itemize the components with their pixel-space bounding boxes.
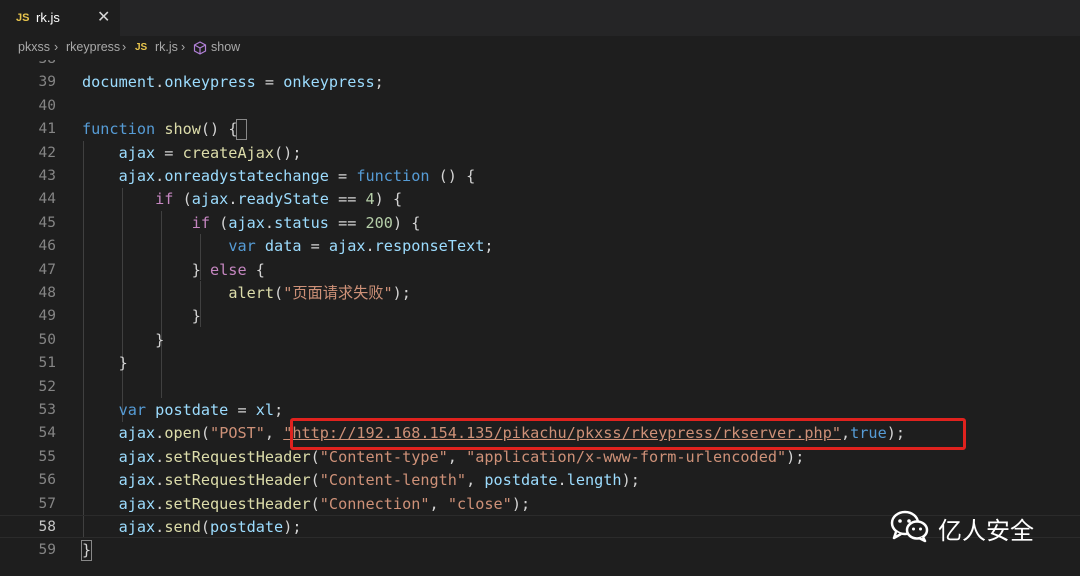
chevron-right-icon: › xyxy=(122,40,127,54)
line-number: 38 xyxy=(0,60,56,71)
chevron-right-icon: › xyxy=(181,40,186,54)
code-line[interactable]: 46 var data = ajax.responseText; xyxy=(0,235,1080,258)
tab-rk-js[interactable]: JS rk.js ✕ xyxy=(0,0,120,36)
line-number: 42 xyxy=(38,144,56,161)
code-text: var data = ajax.responseText; xyxy=(228,237,494,256)
code-text: function show() { xyxy=(82,120,238,139)
js-file-icon: JS xyxy=(16,12,30,24)
line-number: 52 xyxy=(38,378,56,395)
code-text: ajax.setRequestHeader("Connection", "clo… xyxy=(118,494,531,513)
code-line[interactable]: 38 xyxy=(0,60,1080,71)
code-editor[interactable]: 38 39 document.onkeypress = onkeypress; 40 4… xyxy=(0,60,1080,576)
js-file-icon: JS xyxy=(135,42,148,53)
line-number: 41 xyxy=(38,121,56,138)
line-number: 54 xyxy=(38,425,56,442)
code-line[interactable]: 45 if (ajax.status == 200) { xyxy=(0,212,1080,235)
close-icon[interactable]: ✕ xyxy=(97,8,110,26)
line-number: 47 xyxy=(38,261,56,278)
code-text: ajax.setRequestHeader("Content-length", … xyxy=(118,471,640,490)
line-number: 43 xyxy=(38,168,56,184)
bracket-match xyxy=(236,119,247,140)
line-number: 59 xyxy=(38,542,56,559)
code-text: ajax.onreadystatechange = function () { xyxy=(118,167,476,185)
line-number: 50 xyxy=(38,331,56,348)
breadcrumb-item-rkeypress[interactable]: rkeypress xyxy=(66,40,120,54)
line-number: 55 xyxy=(38,448,56,465)
line-number: 45 xyxy=(38,214,56,231)
code-text: ajax.send(postdate); xyxy=(118,518,302,536)
line-number: 51 xyxy=(38,355,56,372)
symbol-method-icon xyxy=(193,41,207,58)
code-text: } else { xyxy=(82,260,265,279)
tab-bar: JS rk.js ✕ xyxy=(0,0,1080,36)
code-text: } xyxy=(82,330,165,349)
line-number: 58 xyxy=(38,519,56,535)
line-number: 53 xyxy=(38,402,56,418)
code-line[interactable]: 48 alert("页面请求失败"); xyxy=(0,282,1080,305)
code-line[interactable]: 44 if (ajax.readyState == 4) { xyxy=(0,188,1080,211)
line-number: 57 xyxy=(38,495,56,512)
tab-label: rk.js xyxy=(36,10,60,25)
code-line[interactable]: 49 } xyxy=(0,305,1080,328)
code-text: if (ajax.status == 200) { xyxy=(191,213,421,232)
line-number: 49 xyxy=(38,308,56,325)
watermark: 亿人安全 xyxy=(890,508,1034,548)
code-text: document.onkeypress = onkeypress; xyxy=(82,73,384,92)
watermark-text: 亿人安全 xyxy=(938,516,1034,545)
bracket-match xyxy=(81,540,92,561)
code-line[interactable]: 39 document.onkeypress = onkeypress; xyxy=(0,71,1080,94)
code-line[interactable]: 56 ajax.setRequestHeader("Content-length… xyxy=(0,469,1080,492)
line-number: 39 xyxy=(38,74,56,91)
line-number: 40 xyxy=(38,97,56,114)
code-text: } xyxy=(82,307,201,326)
line-number: 56 xyxy=(38,472,56,489)
code-line[interactable]: 51 } xyxy=(0,352,1080,375)
wechat-icon xyxy=(890,509,930,547)
code-text: alert("页面请求失败"); xyxy=(228,284,411,302)
breadcrumb-item-rk-js[interactable]: rk.js xyxy=(155,40,178,54)
line-number: 46 xyxy=(38,238,56,255)
code-text: var postdate = xl; xyxy=(118,401,284,419)
chevron-right-icon: › xyxy=(54,40,59,54)
code-line[interactable]: 43 ajax.onreadystatechange = function ()… xyxy=(0,165,1080,188)
url-highlight-box xyxy=(290,418,966,450)
code-text: } xyxy=(82,354,128,373)
breadcrumb: pkxss › rkeypress › JS rk.js › show xyxy=(0,36,1080,60)
line-number: 44 xyxy=(38,191,56,208)
breadcrumb-item-pkxss[interactable]: pkxss xyxy=(18,40,50,54)
line-number: 48 xyxy=(38,285,56,301)
code-line[interactable]: 47 } else { xyxy=(0,259,1080,282)
code-line[interactable]: 41 function show() { xyxy=(0,118,1080,141)
code-line[interactable]: 50 } xyxy=(0,329,1080,352)
code-text: if (ajax.readyState == 4) { xyxy=(155,190,403,209)
code-line[interactable]: 52 xyxy=(0,376,1080,399)
breadcrumb-item-show[interactable]: show xyxy=(211,40,240,54)
code-text: ajax = createAjax(); xyxy=(118,143,302,162)
code-line[interactable]: 40 xyxy=(0,95,1080,118)
code-line[interactable]: 42 ajax = createAjax(); xyxy=(0,142,1080,165)
